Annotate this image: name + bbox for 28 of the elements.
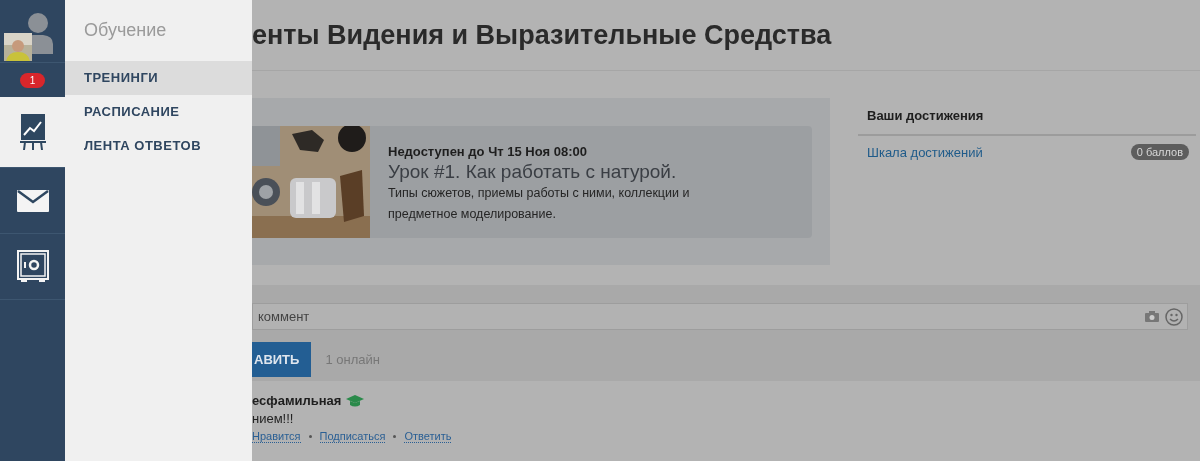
comment-field[interactable]: коммент: [252, 303, 1188, 330]
menu-item[interactable]: ТРЕНИНГИ: [65, 61, 252, 95]
menu-item[interactable]: РАСПИСАНИЕ: [65, 95, 252, 129]
lesson-title: Урок #1. Как работать с натурой.: [388, 161, 678, 183]
safe-icon: [16, 250, 49, 283]
send-button[interactable]: АВИТЬ: [252, 342, 312, 377]
chart-easel-icon: [19, 113, 46, 151]
lesson-description: Типы сюжетов, приемы работы с ними, коллекции и предметное моделирование.: [388, 185, 691, 223]
comment-text: нием!!!: [252, 411, 295, 426]
points-badge: 0 баллов: [1130, 144, 1189, 160]
smiley-icon[interactable]: [1165, 307, 1183, 326]
menu-item[interactable]: ЛЕНТА ОТВЕТОВ: [65, 129, 252, 163]
achievements-link[interactable]: Шкала достижений: [867, 144, 983, 160]
page-title: енты Видения и Выразительные Средства: [252, 19, 832, 51]
separator-dot: [308, 435, 312, 438]
comment-action-link[interactable]: Подписаться: [319, 430, 386, 443]
separator-dot: [393, 435, 397, 438]
comment-action-link[interactable]: Ответить: [404, 430, 452, 443]
lesson-card[interactable]: Недоступен до Чт 15 Ноя 08:00 Урок #1. Как работать с натурой. Типы сюжетов, приемы работы с ними, коллекции и предметное моделирование.: [252, 126, 812, 238]
comment-action-link[interactable]: Нравится: [252, 430, 301, 443]
notification-badge[interactable]: 1: [19, 72, 46, 88]
comment-author: есфамильная: [252, 393, 342, 408]
menu-title: Обучение: [83, 19, 168, 42]
camera-icon[interactable]: [1145, 311, 1159, 322]
achievements-title: Ваши достижения: [858, 98, 1196, 136]
graduation-cap-icon: [346, 394, 365, 407]
mail-icon: [16, 189, 49, 212]
availability-text: Недоступен до Чт 15 Ноя 08:00: [388, 144, 588, 159]
